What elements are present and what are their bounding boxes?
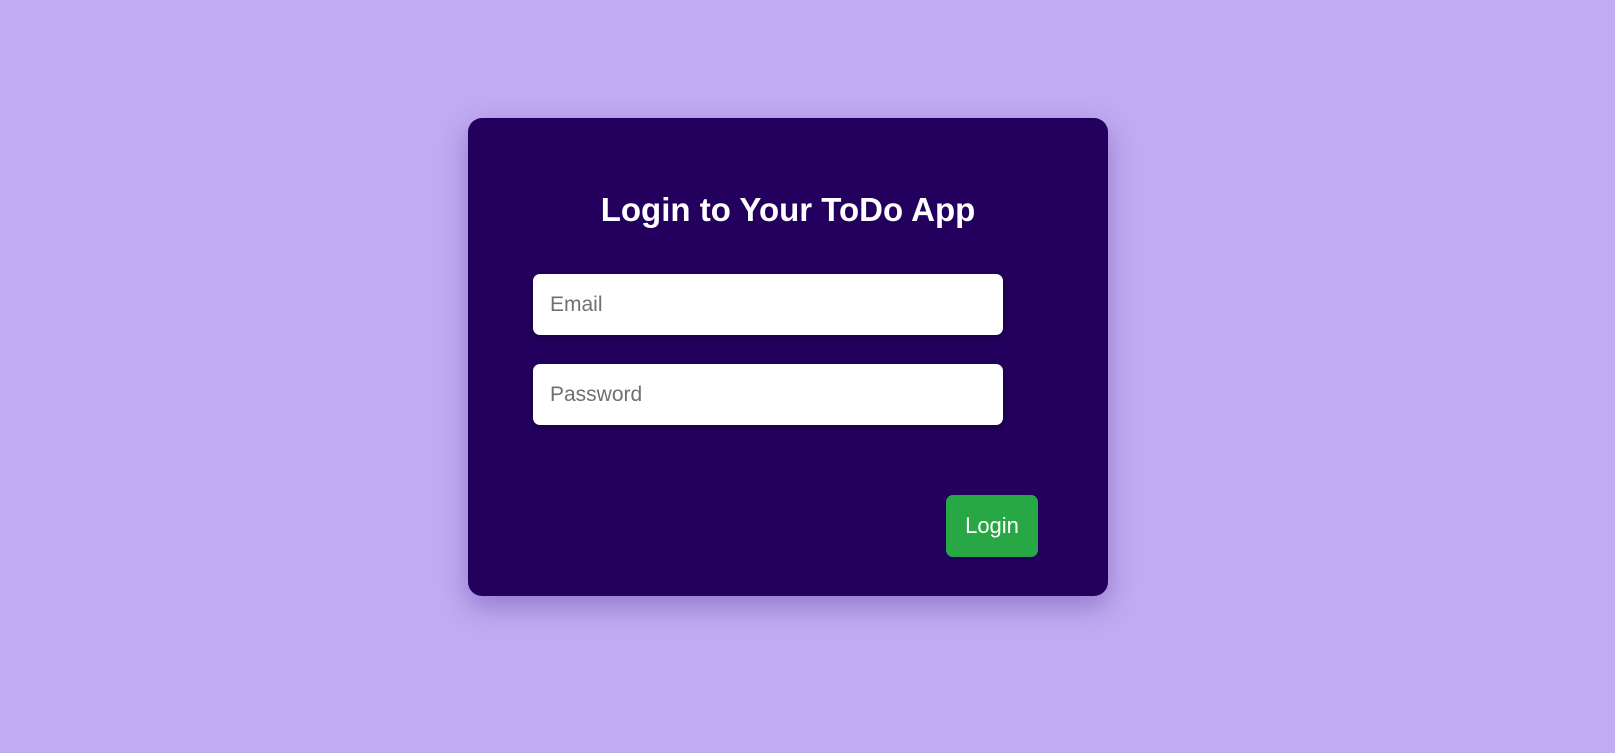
email-field[interactable] (533, 274, 1003, 335)
login-card: Login to Your ToDo App Login (468, 118, 1108, 596)
page-title: Login to Your ToDo App (600, 191, 976, 228)
password-field[interactable] (533, 364, 1003, 425)
login-button[interactable]: Login (946, 495, 1038, 557)
